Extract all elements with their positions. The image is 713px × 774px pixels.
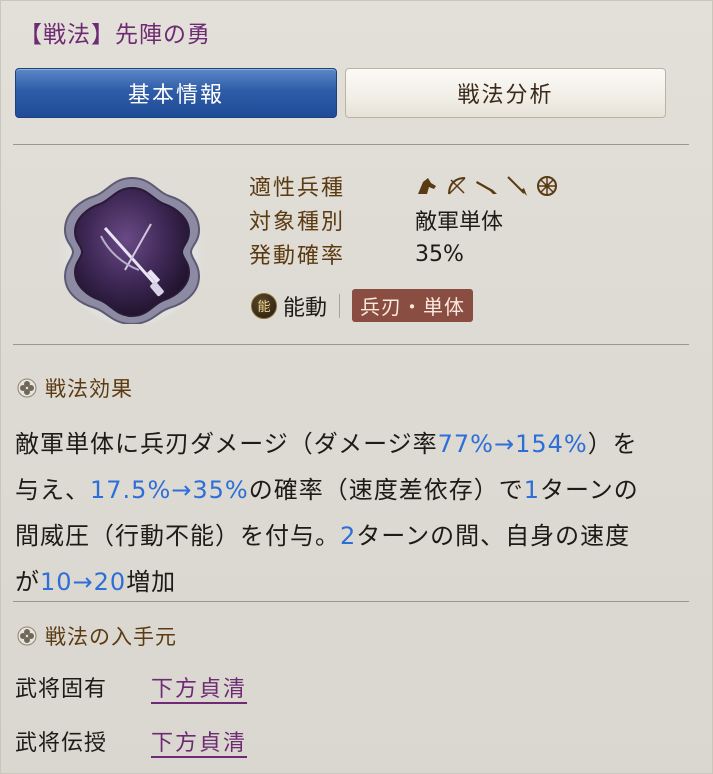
divider [13, 601, 689, 602]
activation-rate-value: 35% [415, 241, 464, 267]
tab-basic-info[interactable]: 基本情報 [15, 68, 337, 118]
bow-icon [448, 177, 466, 195]
siege-wheel-icon [537, 176, 557, 196]
source-section-header: 戦法の入手元 [17, 621, 177, 651]
activation-rate-row: 発動確率 35% [249, 237, 559, 271]
tactic-type: 能動 [283, 295, 328, 321]
gun-icon [476, 181, 497, 194]
troop-type-label: 適性兵種 [249, 176, 346, 201]
source-heading: 戦法の入手元 [45, 625, 177, 649]
clover-icon [17, 626, 37, 646]
effect-value: 1 [523, 476, 540, 504]
source-label: 武将固有 [15, 677, 108, 702]
target-value: 敵軍単体 [415, 210, 504, 235]
target-label: 対象種別 [249, 210, 346, 235]
effect-value: 17.5%→35% [90, 476, 249, 504]
active-type-icon: 能 [251, 292, 277, 319]
source-row: 武将固有 下方貞清 [15, 671, 247, 703]
source-row: 武将伝授 下方貞清 [15, 725, 247, 757]
activation-rate-label: 発動確率 [249, 244, 346, 269]
effect-value: 77%→154% [437, 430, 588, 458]
troop-icons [415, 174, 559, 198]
tactic-stats: 適性兵種 対象種別 敵軍単体 発動確率 35% [249, 169, 559, 271]
effect-text-segment: 敵軍単体に兵刃ダメージ（ダメージ率 [15, 430, 438, 458]
clover-icon [17, 378, 37, 398]
tag-separator [339, 293, 341, 318]
effect-value: 2 [340, 522, 357, 550]
tactic-tags: 能 能動 兵刃・単体 [251, 289, 474, 322]
damage-category-badge: 兵刃・単体 [352, 289, 474, 322]
tab-tactic-analysis[interactable]: 戦法分析 [345, 68, 666, 118]
effect-value: 10→20 [40, 568, 127, 596]
effect-description: 敵軍単体に兵刃ダメージ（ダメージ率77%→154%）を与え、17.5%→35%の… [15, 421, 655, 605]
general-link[interactable]: 下方貞清 [151, 725, 247, 757]
divider [13, 344, 689, 345]
tactic-detail-panel: 【戦法】先陣の勇 基本情報 戦法分析 適性兵種 対象種別 敵軍単体 発動確率 3… [0, 0, 713, 774]
source-label: 武将伝授 [15, 731, 108, 756]
effect-heading: 戦法効果 [45, 377, 133, 401]
effect-text-segment: の確率（速度差依存）で [248, 476, 524, 504]
divider [13, 144, 689, 145]
spear-icon [507, 176, 527, 196]
general-link[interactable]: 下方貞清 [151, 671, 247, 703]
troop-type-row: 適性兵種 [249, 169, 559, 203]
crossed-swords-emblem-icon [53, 166, 211, 326]
effect-text-segment: 増加 [126, 568, 177, 596]
cavalry-icon [418, 178, 436, 194]
effect-section-header: 戦法効果 [17, 373, 133, 403]
target-row: 対象種別 敵軍単体 [249, 203, 559, 237]
tactic-title: 【戦法】先陣の勇 [19, 22, 211, 48]
tab-bar: 基本情報 戦法分析 [15, 68, 666, 120]
